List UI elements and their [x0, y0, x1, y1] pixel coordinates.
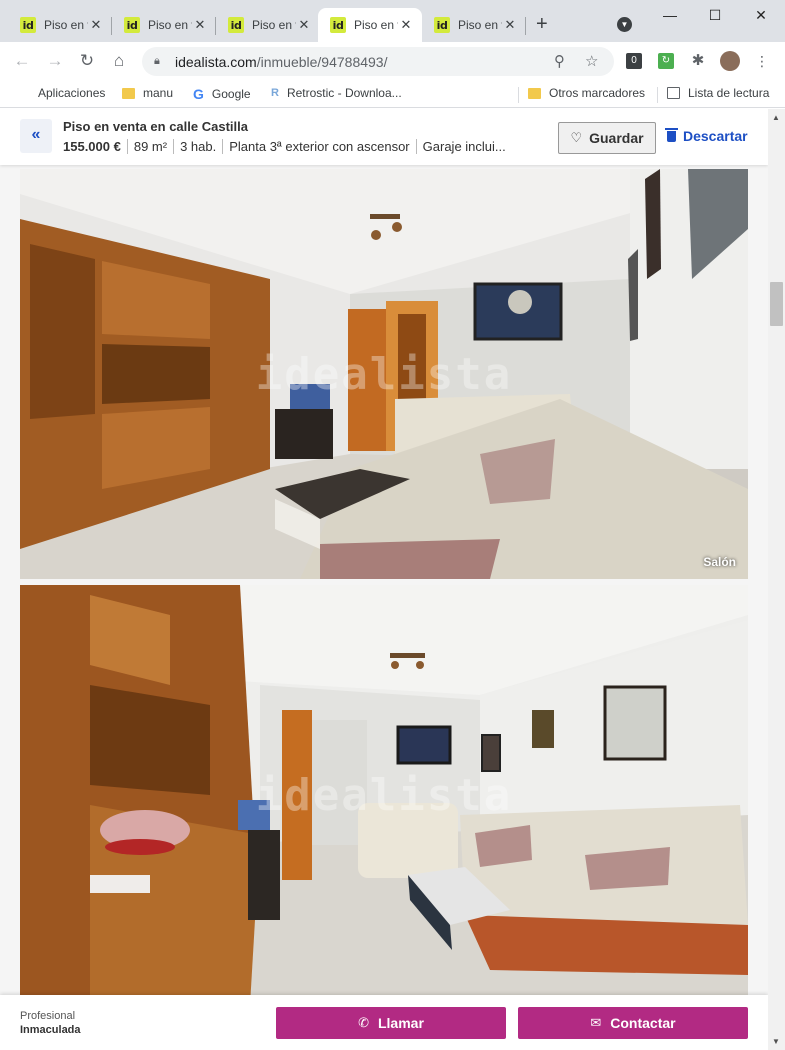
- listing-photo[interactable]: idealista Salón: [20, 169, 748, 579]
- save-label: Guardar: [589, 130, 644, 146]
- google-icon: G: [193, 86, 204, 102]
- tab-title: Piso en venta en calle Castilla: [252, 18, 296, 32]
- chat-bubble-icon: ✉: [590, 1015, 602, 1030]
- tab-title: Piso en venta en calle Castilla: [148, 18, 192, 32]
- url-text: idealista.com/inmueble/94788493/: [175, 54, 387, 70]
- browser-tab[interactable]: id Piso en venta en calle Castilla ✕: [112, 8, 216, 42]
- bookmark-label: Aplicaciones: [38, 86, 106, 100]
- scroll-up-arrow-icon[interactable]: ▲: [772, 113, 780, 122]
- listing-facts: 155.000 € 89 m² 3 hab. Planta 3ª exterio…: [63, 139, 512, 154]
- price: 155.000 €: [63, 139, 121, 154]
- watermark: idealista: [255, 349, 513, 400]
- back-chevrons-icon[interactable]: «: [20, 119, 52, 153]
- contact-label: Contactar: [610, 1015, 676, 1031]
- rooms: 3 hab.: [173, 139, 222, 154]
- chrome-menu-icon[interactable]: ⋮: [754, 53, 770, 69]
- close-tab-icon[interactable]: ✕: [398, 17, 414, 33]
- retrostic-icon: R: [271, 87, 279, 99]
- contact-bar: Profesional Inmaculada ✆ Llamar ✉ Contac…: [0, 995, 768, 1050]
- scroll-thumb[interactable]: [770, 282, 783, 326]
- minimize-window-icon[interactable]: —: [655, 5, 685, 25]
- browser-tab[interactable]: id Piso en venta en calle Castilla ✕: [8, 8, 112, 42]
- discard-label: Descartar: [683, 128, 748, 144]
- forward-arrow-icon[interactable]: →: [44, 50, 66, 72]
- browser-toolbar: ← → ↻ ⌂ 🔒︎ idealista.com/inmueble/947884…: [0, 42, 785, 80]
- reading-list-icon: [667, 87, 680, 99]
- tab-search-chevron-icon[interactable]: ▼: [617, 17, 632, 32]
- bookmarks-bar: Aplicaciones manu G Google R Retrostic -…: [0, 80, 785, 108]
- floor: Planta 3ª exterior con ascensor: [222, 139, 415, 154]
- save-button[interactable]: ♡ Guardar: [558, 122, 656, 154]
- page-content: « Piso en venta en calle Castilla 155.00…: [0, 109, 768, 1050]
- listing-title[interactable]: Piso en venta en calle Castilla: [63, 119, 248, 134]
- browser-tab[interactable]: id Piso en venta en calle Castilla ✕: [216, 8, 320, 42]
- heart-icon: ♡: [570, 130, 583, 145]
- extension-green-icon[interactable]: ↻: [658, 53, 674, 69]
- idealista-favicon-icon: id: [20, 17, 36, 33]
- watermark: idealista: [255, 770, 513, 821]
- tab-title: Piso en venta en calle Castilla: [44, 18, 88, 32]
- discard-button[interactable]: Descartar: [665, 127, 748, 144]
- scroll-down-arrow-icon[interactable]: ▼: [772, 1037, 780, 1046]
- call-button[interactable]: ✆ Llamar: [276, 1007, 506, 1039]
- area: 89 m²: [126, 139, 173, 154]
- idealista-favicon-icon: id: [330, 17, 346, 33]
- profile-avatar[interactable]: [720, 51, 740, 71]
- browser-tab[interactable]: id Piso en venta en calle Castilla ✕: [422, 8, 526, 42]
- tab-title: Piso en venta en calle Castilla: [354, 18, 398, 32]
- bookmark-label: Google: [211, 87, 251, 101]
- folder-icon: [528, 87, 541, 99]
- photo-caption: Salón: [703, 555, 736, 569]
- bookmark-reading-list[interactable]: Lista de lectura: [667, 86, 769, 100]
- tab-strip: id Piso en venta en calle Castilla ✕ id …: [0, 0, 785, 42]
- advertiser-info: Profesional Inmaculada: [20, 1009, 81, 1037]
- bookmark-label: Otros marcadores: [549, 86, 646, 100]
- idealista-favicon-icon: id: [434, 17, 450, 33]
- close-tab-icon[interactable]: ✕: [296, 17, 312, 33]
- extensions-puzzle-icon[interactable]: ✱: [690, 53, 706, 69]
- advertiser-type: Profesional: [20, 1010, 76, 1022]
- bookmark-label: Retrostic - Downloa...: [286, 86, 402, 100]
- trash-icon: [665, 127, 678, 142]
- garage: Garaje inclui...: [415, 139, 512, 154]
- close-tab-icon[interactable]: ✕: [88, 17, 104, 33]
- browser-tab-active[interactable]: id Piso en venta en calle Castilla ✕: [318, 8, 422, 42]
- idealista-favicon-icon: id: [228, 17, 244, 33]
- listing-sticky-header: « Piso en venta en calle Castilla 155.00…: [0, 109, 768, 165]
- bookmark-folder-manu[interactable]: manu: [122, 86, 173, 100]
- zoom-icon[interactable]: ⚲: [554, 52, 565, 70]
- extension-zero-icon[interactable]: 0: [626, 53, 642, 69]
- idealista-favicon-icon: id: [124, 17, 140, 33]
- bookmark-apps[interactable]: Aplicaciones: [16, 86, 105, 100]
- page-scrollbar[interactable]: ▲ ▼: [768, 109, 785, 1050]
- contact-button[interactable]: ✉ Contactar: [518, 1007, 748, 1039]
- url-path: /inmueble/94788493/: [256, 54, 388, 70]
- bookmark-google[interactable]: G Google: [193, 86, 251, 102]
- back-arrow-icon[interactable]: ←: [11, 50, 33, 72]
- url-host: idealista.com: [175, 54, 257, 70]
- bookmark-star-icon[interactable]: ☆: [585, 52, 598, 70]
- address-bar[interactable]: 🔒︎ idealista.com/inmueble/94788493/ ⚲ ☆: [142, 47, 614, 76]
- bookmark-label: Lista de lectura: [688, 86, 770, 100]
- lock-icon[interactable]: 🔒︎: [154, 55, 160, 68]
- new-tab-plus-icon[interactable]: +: [536, 14, 548, 34]
- home-icon[interactable]: ⌂: [108, 50, 130, 72]
- tab-title: Piso en venta en calle Castilla: [458, 18, 502, 32]
- apps-grid-icon: [16, 86, 30, 100]
- call-label: Llamar: [377, 1015, 424, 1031]
- phone-icon: ✆: [358, 1015, 369, 1030]
- maximize-window-icon[interactable]: ☐: [700, 5, 730, 25]
- bookmark-label: manu: [143, 86, 174, 100]
- close-window-icon[interactable]: ✕: [746, 5, 776, 25]
- bookmark-folder-others[interactable]: Otros marcadores: [528, 86, 645, 100]
- close-tab-icon[interactable]: ✕: [502, 17, 518, 33]
- folder-icon: [122, 87, 135, 99]
- close-tab-icon[interactable]: ✕: [192, 17, 208, 33]
- bookmark-retrostic[interactable]: R Retrostic - Downloa...: [271, 86, 402, 100]
- reload-icon[interactable]: ↻: [76, 50, 98, 72]
- listing-photo[interactable]: idealista: [20, 585, 748, 1005]
- advertiser-name: Inmaculada: [20, 1024, 81, 1036]
